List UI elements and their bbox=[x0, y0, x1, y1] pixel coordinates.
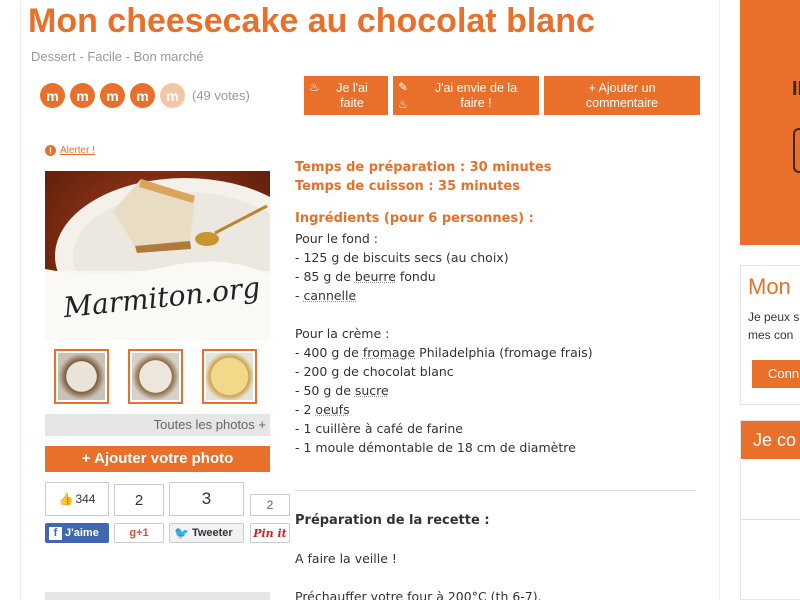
ingredient-line: - 2 oeufs bbox=[295, 402, 350, 417]
ingredient-line: - 85 g de beurre fondu bbox=[295, 269, 436, 284]
pot-icon: ♨ bbox=[309, 80, 320, 94]
ingredient-link-cannelle[interactable]: cannelle bbox=[303, 288, 356, 303]
base-title: Pour le fond : bbox=[295, 231, 379, 246]
ingredient-line: - 1 cuillère à café de farine bbox=[295, 421, 463, 436]
twitter-count-box: 3 bbox=[169, 482, 244, 516]
facebook-like-button[interactable]: f J'aime bbox=[45, 523, 109, 543]
facebook-count-box: 👍 344 bbox=[45, 482, 109, 516]
thumbs-up-icon: 👍 bbox=[58, 492, 74, 506]
sidebar-divider bbox=[741, 519, 800, 520]
ingredient-link-beurre[interactable]: beurre bbox=[355, 269, 396, 284]
facebook-icon: f bbox=[49, 526, 62, 540]
promo-illustration bbox=[793, 128, 800, 173]
recipe-subtitle: Dessert - Facile - Bon marché bbox=[31, 49, 204, 64]
ingredient-link-sucre[interactable]: sucre bbox=[355, 383, 389, 398]
ingredient-line: - cannelle bbox=[295, 288, 357, 303]
sidebar-login-box: Mon Je peux s mes con Conn bbox=[740, 265, 800, 405]
pinterest-count-box: 2 bbox=[250, 494, 290, 516]
photo-thumbnail-2[interactable] bbox=[128, 349, 183, 404]
rating-chef-icon-1[interactable]: m bbox=[40, 83, 65, 108]
gplus-count-box: 2 bbox=[114, 484, 164, 516]
sidebar-login-button[interactable]: Conn bbox=[752, 360, 800, 388]
preparation-step: Préchauffer votre four à 200°C (th 6-7). bbox=[295, 589, 542, 600]
prep-time: Temps de préparation : 30 minutes bbox=[295, 160, 552, 175]
whisk-icon: ✎ bbox=[398, 80, 409, 94]
sidebar-promo-banner[interactable]: IL bbox=[740, 0, 800, 245]
ingredient-line: - 1 moule démontable de 18 cm de diamètr… bbox=[295, 440, 576, 455]
want-to-make-button[interactable]: ✎ ♨ J'ai envie de la faire ! bbox=[393, 76, 539, 115]
rating-chef-icon-4[interactable]: m bbox=[130, 83, 155, 108]
recipe-main-photo[interactable]: Marmiton.org bbox=[45, 171, 270, 340]
made-it-button[interactable]: ♨ Je l'ai faite bbox=[304, 76, 388, 115]
ingredient-line: - 125 g de biscuits secs (au choix) bbox=[295, 250, 509, 265]
ingredient-link-fromage[interactable]: fromage bbox=[363, 345, 415, 360]
ingredients-heading: Ingrédients (pour 6 personnes) : bbox=[295, 211, 534, 226]
all-photos-link[interactable]: Toutes les photos + bbox=[45, 414, 270, 436]
ingredient-line: - 200 g de chocolat blanc bbox=[295, 364, 454, 379]
twitter-tweet-button[interactable]: 🐦 Tweeter bbox=[169, 523, 244, 543]
lower-panel bbox=[45, 592, 270, 600]
add-comment-button[interactable]: + Ajouter un commentaire bbox=[544, 76, 700, 115]
sidebar-contribute-box: Je co bbox=[740, 420, 800, 600]
preparation-step: A faire la veille ! bbox=[295, 551, 397, 566]
ingredient-line: - 400 g de fromage Philadelphia (fromage… bbox=[295, 345, 593, 360]
gplus-icon: g bbox=[129, 527, 137, 539]
cream-title: Pour la crème : bbox=[295, 326, 390, 341]
rating-chef-icon-2[interactable]: m bbox=[70, 83, 95, 108]
add-photo-button[interactable]: + Ajouter votre photo bbox=[45, 446, 270, 472]
rating-chef-icon-3[interactable]: m bbox=[100, 83, 125, 108]
cook-time: Temps de cuisson : 35 minutes bbox=[295, 179, 520, 194]
twitter-bird-icon: 🐦 bbox=[174, 526, 189, 540]
recipe-title: Mon cheesecake au chocolat blanc bbox=[28, 2, 595, 40]
recipe-rating[interactable]: m m m m m (49 votes) bbox=[40, 83, 250, 108]
section-divider bbox=[295, 490, 695, 491]
ingredient-line: - 50 g de sucre bbox=[295, 383, 389, 398]
preparation-heading: Préparation de la recette : bbox=[295, 513, 490, 528]
pinterest-pin-button[interactable]: Pin it bbox=[250, 523, 290, 543]
bowl-icon: ♨ bbox=[398, 99, 408, 111]
rating-chef-icon-5[interactable]: m bbox=[160, 83, 185, 108]
ingredient-link-oeufs[interactable]: oeufs bbox=[315, 402, 349, 417]
vote-count: (49 votes) bbox=[192, 88, 250, 103]
alert-link[interactable]: ! Alerter ! bbox=[45, 145, 95, 156]
gplus-button[interactable]: g +1 bbox=[114, 523, 164, 543]
photo-thumbnail-3[interactable] bbox=[202, 349, 257, 404]
photo-thumbnail-1[interactable] bbox=[54, 349, 109, 404]
warning-icon: ! bbox=[45, 145, 56, 156]
